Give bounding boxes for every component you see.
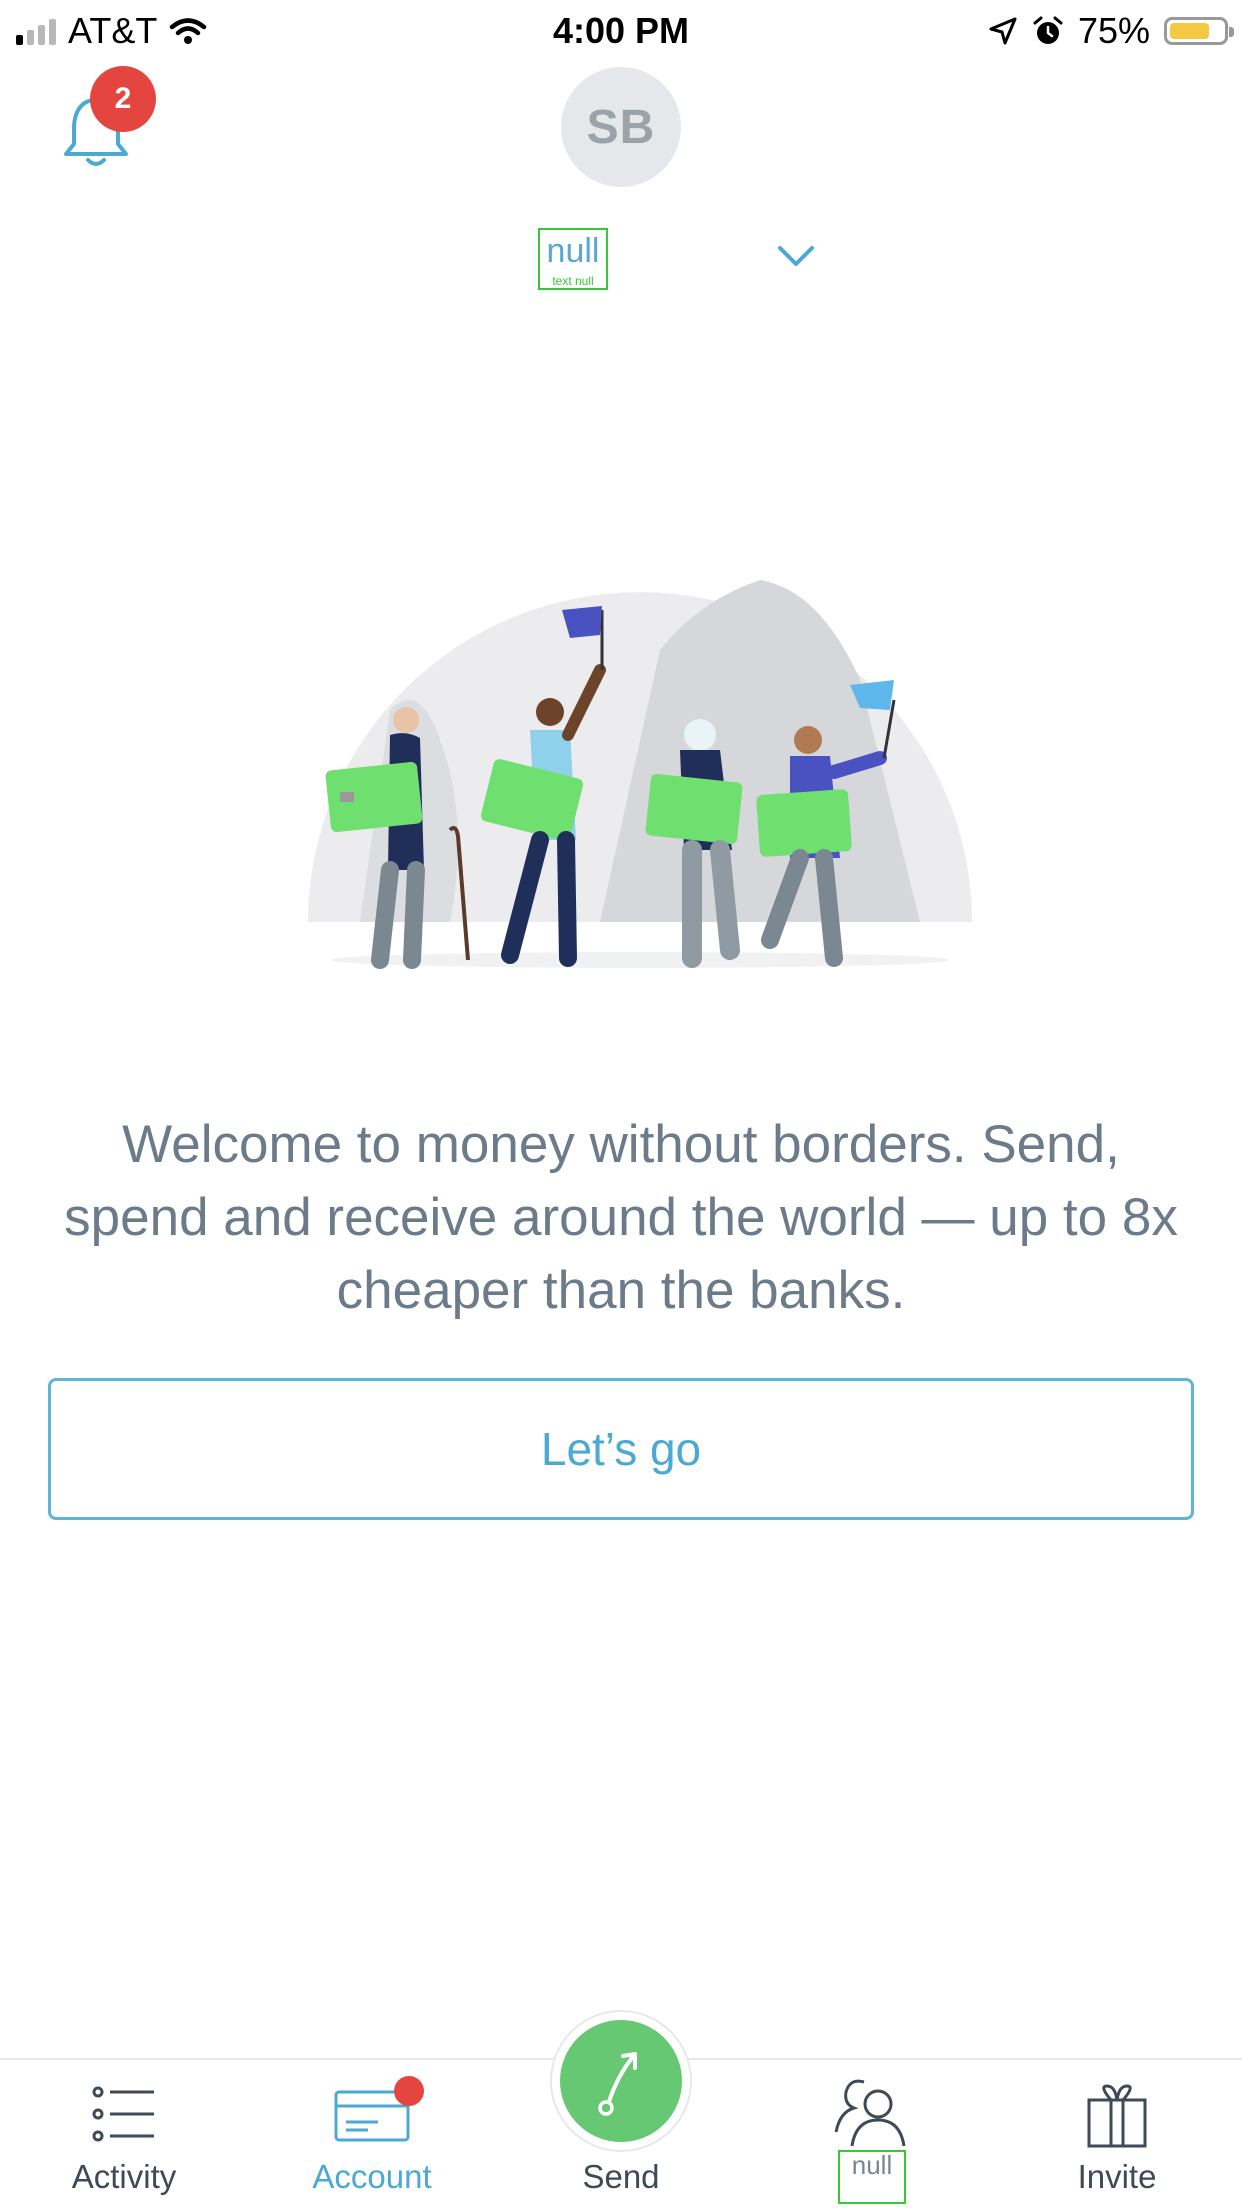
avatar[interactable]: SB bbox=[561, 67, 681, 187]
tab-label-account: Account bbox=[312, 2158, 432, 2195]
status-bar: AT&T 4:00 PM 75% bbox=[0, 0, 1242, 60]
list-icon bbox=[92, 2086, 154, 2142]
tab-label-recipients: null bbox=[838, 2150, 906, 2204]
status-right: 75% bbox=[988, 10, 1234, 52]
alarm-icon bbox=[1033, 16, 1063, 44]
tab-invite[interactable]: Invite bbox=[993, 2060, 1241, 2210]
battery-nub bbox=[1229, 27, 1234, 37]
tab-account[interactable]: Account bbox=[248, 2060, 496, 2210]
account-subtitle: text null bbox=[552, 274, 594, 288]
account-notification-dot bbox=[394, 2076, 424, 2106]
tab-label-send: Send bbox=[582, 2158, 660, 2195]
account-name: null bbox=[546, 232, 600, 270]
battery-fill bbox=[1170, 23, 1209, 39]
tab-label-invite: Invite bbox=[1077, 2158, 1157, 2195]
account-switcher[interactable]: null text null bbox=[538, 228, 608, 290]
notification-badge: 2 bbox=[90, 66, 156, 132]
chevron-down-icon[interactable] bbox=[776, 242, 816, 270]
lets-go-button[interactable]: Let’s go bbox=[48, 1378, 1194, 1520]
send-arrow-icon bbox=[598, 2052, 637, 2116]
tab-label-activity: Activity bbox=[71, 2158, 177, 2195]
location-arrow-icon bbox=[989, 17, 1017, 45]
welcome-message: Welcome to money without borders. Send, … bbox=[64, 1115, 1178, 1320]
recipients-icon bbox=[834, 2079, 906, 2147]
battery-icon bbox=[1164, 17, 1234, 45]
send-button[interactable] bbox=[560, 2020, 682, 2142]
battery-percentage: 75% bbox=[1077, 10, 1150, 51]
welcome-illustration bbox=[308, 580, 972, 969]
gift-icon bbox=[1087, 2084, 1147, 2148]
tab-activity[interactable]: Activity bbox=[0, 2060, 248, 2210]
